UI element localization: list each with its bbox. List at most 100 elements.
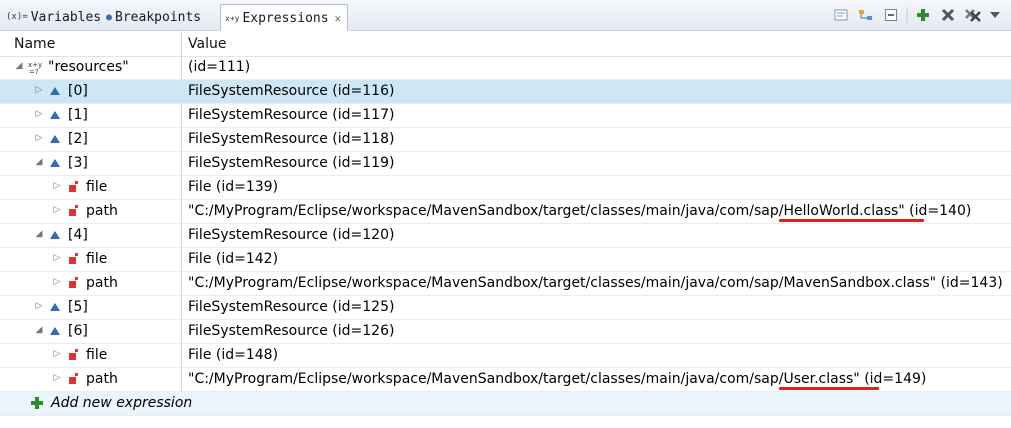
collapsed-twisty-icon[interactable]: ▷ — [52, 277, 62, 287]
tree-row[interactable]: ▷ [2] FileSystemResource (id=118) — [0, 128, 1011, 152]
add-expression-icon — [30, 396, 44, 410]
tree-row[interactable]: ▷ path "C:/MyProgram/Eclipse/workspace/Mav… — [0, 200, 1011, 224]
annotation-underline — [779, 387, 880, 390]
tree-row[interactable]: ◢ [6] FileSystemResource (id=126) — [0, 320, 1011, 344]
tree-row[interactable]: ▷ file File (id=142) — [0, 248, 1011, 272]
expression-tree: ◢ x+y =? "resources" (id=111) ▷ [0] FileSystemR… — [0, 56, 1011, 416]
expressions-view: (x)= Variables ● Breakpoints x+y Express… — [0, 0, 1011, 428]
tab-label: Variables — [30, 9, 102, 25]
collapsed-twisty-icon[interactable]: ▷ — [52, 253, 62, 263]
row-value: FileSystemResource (id=118) — [188, 131, 395, 147]
field-triangle-icon — [48, 84, 62, 98]
tree-row[interactable]: ▷ file File (id=139) — [0, 176, 1011, 200]
tree-row[interactable]: ▷ [0] FileSystemResource (id=116) — [0, 80, 1011, 104]
close-icon[interactable]: ✕ — [335, 12, 342, 25]
row-name: path — [86, 203, 118, 219]
row-value: (id=111) — [188, 59, 251, 75]
row-name: path — [86, 371, 118, 387]
expression-icon: x+y =? — [28, 60, 42, 76]
row-name: [2] — [68, 131, 88, 147]
private-field-icon — [66, 276, 80, 290]
tab-variables[interactable]: (x)= Variables — [6, 5, 101, 29]
row-value: FileSystemResource (id=120) — [188, 227, 395, 243]
tab-breakpoints[interactable]: ● Breakpoints — [106, 5, 201, 29]
row-value: FileSystemResource (id=125) — [188, 299, 395, 315]
tab-bar: (x)= Variables ● Breakpoints x+y Express… — [0, 0, 1011, 31]
show-type-names-icon[interactable] — [830, 6, 852, 24]
tree-row[interactable]: ▷ [1] FileSystemResource (id=117) — [0, 104, 1011, 128]
row-value: File (id=139) — [188, 179, 279, 195]
collapsed-twisty-icon[interactable]: ▷ — [52, 205, 62, 215]
annotation-underline — [779, 219, 925, 222]
collapsed-twisty-icon[interactable]: ▷ — [52, 181, 62, 191]
private-field-icon — [66, 204, 80, 218]
expanded-twisty-icon[interactable]: ◢ — [14, 61, 24, 71]
tree-row[interactable]: ▷ file File (id=148) — [0, 344, 1011, 368]
row-value: "C:/MyProgram/Eclipse/workspace/MavenSan… — [188, 275, 1003, 291]
expressions-icon: x+y — [225, 13, 240, 23]
field-triangle-icon — [48, 132, 62, 146]
row-value: FileSystemResource (id=117) — [188, 107, 395, 123]
tree-row[interactable]: ◢ x+y =? "resources" (id=111) — [0, 56, 1011, 80]
tree-row[interactable]: ◢ [3] FileSystemResource (id=119) — [0, 152, 1011, 176]
svg-text:=?: =? — [29, 68, 39, 76]
field-triangle-icon — [48, 108, 62, 122]
row-value: "C:/MyProgram/Eclipse/workspace/MavenSan… — [188, 203, 972, 219]
column-header-value[interactable]: Value — [188, 36, 226, 52]
column-header-name[interactable]: Name — [14, 36, 55, 52]
collapsed-twisty-icon[interactable]: ▷ — [34, 301, 44, 311]
collapse-all-icon[interactable] — [880, 6, 902, 24]
row-name: [0] — [68, 83, 88, 99]
add-expression-icon[interactable] — [912, 6, 934, 24]
breakpoints-icon: ● — [106, 11, 113, 23]
private-field-icon — [66, 252, 80, 266]
row-name: [3] — [68, 155, 88, 171]
row-name: path — [86, 275, 118, 291]
row-value: File (id=148) — [188, 347, 279, 363]
row-name: file — [86, 179, 108, 195]
private-field-icon — [66, 348, 80, 362]
row-value: "C:/MyProgram/Eclipse/workspace/MavenSan… — [188, 371, 927, 387]
field-triangle-icon — [48, 324, 62, 338]
tree-row[interactable]: ▷ path "C:/MyProgram/Eclipse/workspace/Mav… — [0, 272, 1011, 296]
tab-label: Breakpoints — [115, 9, 202, 25]
expanded-twisty-icon[interactable]: ◢ — [34, 229, 44, 239]
show-logical-structure-icon[interactable] — [855, 6, 877, 24]
row-name: [6] — [68, 323, 88, 339]
tab-expressions[interactable]: x+y Expressions ✕ — [220, 4, 349, 31]
view-menu-icon[interactable] — [987, 6, 1003, 24]
collapsed-twisty-icon[interactable]: ▷ — [52, 349, 62, 359]
field-triangle-icon — [48, 228, 62, 242]
field-triangle-icon — [48, 156, 62, 170]
row-name: [4] — [68, 227, 88, 243]
tree-header: Name Value — [0, 31, 1011, 57]
row-name: "resources" — [48, 59, 129, 75]
tree-row[interactable]: ◢ [4] FileSystemResource (id=120) — [0, 224, 1011, 248]
private-field-icon — [66, 180, 80, 194]
remove-all-icon[interactable] — [962, 6, 984, 24]
collapsed-twisty-icon[interactable]: ▷ — [34, 85, 44, 95]
collapsed-twisty-icon[interactable]: ▷ — [34, 133, 44, 143]
tab-label: Expressions — [242, 10, 329, 26]
remove-icon[interactable] — [937, 6, 959, 24]
tree-row[interactable]: ▷ path "C:/MyProgram/Eclipse/workspace/Mav… — [0, 368, 1011, 392]
collapsed-twisty-icon[interactable]: ▷ — [52, 373, 62, 383]
row-name: [5] — [68, 299, 88, 315]
expanded-twisty-icon[interactable]: ◢ — [34, 157, 44, 167]
add-new-expression-label: Add new expression — [51, 395, 193, 411]
row-name: file — [86, 347, 108, 363]
row-name: file — [86, 251, 108, 267]
row-value: FileSystemResource (id=119) — [188, 155, 395, 171]
row-name: [1] — [68, 107, 88, 123]
expanded-twisty-icon[interactable]: ◢ — [34, 325, 44, 335]
collapsed-twisty-icon[interactable]: ▷ — [34, 109, 44, 119]
view-toolbar — [830, 6, 1003, 24]
add-new-expression-row[interactable]: Add new expression — [0, 392, 1011, 416]
variables-icon: (x)= — [6, 12, 28, 22]
toolbar-separator — [905, 6, 909, 24]
private-field-icon — [66, 372, 80, 386]
row-value: FileSystemResource (id=116) — [188, 83, 395, 99]
tree-row[interactable]: ▷ [5] FileSystemResource (id=125) — [0, 296, 1011, 320]
row-value: FileSystemResource (id=126) — [188, 323, 395, 339]
row-value: File (id=142) — [188, 251, 279, 267]
